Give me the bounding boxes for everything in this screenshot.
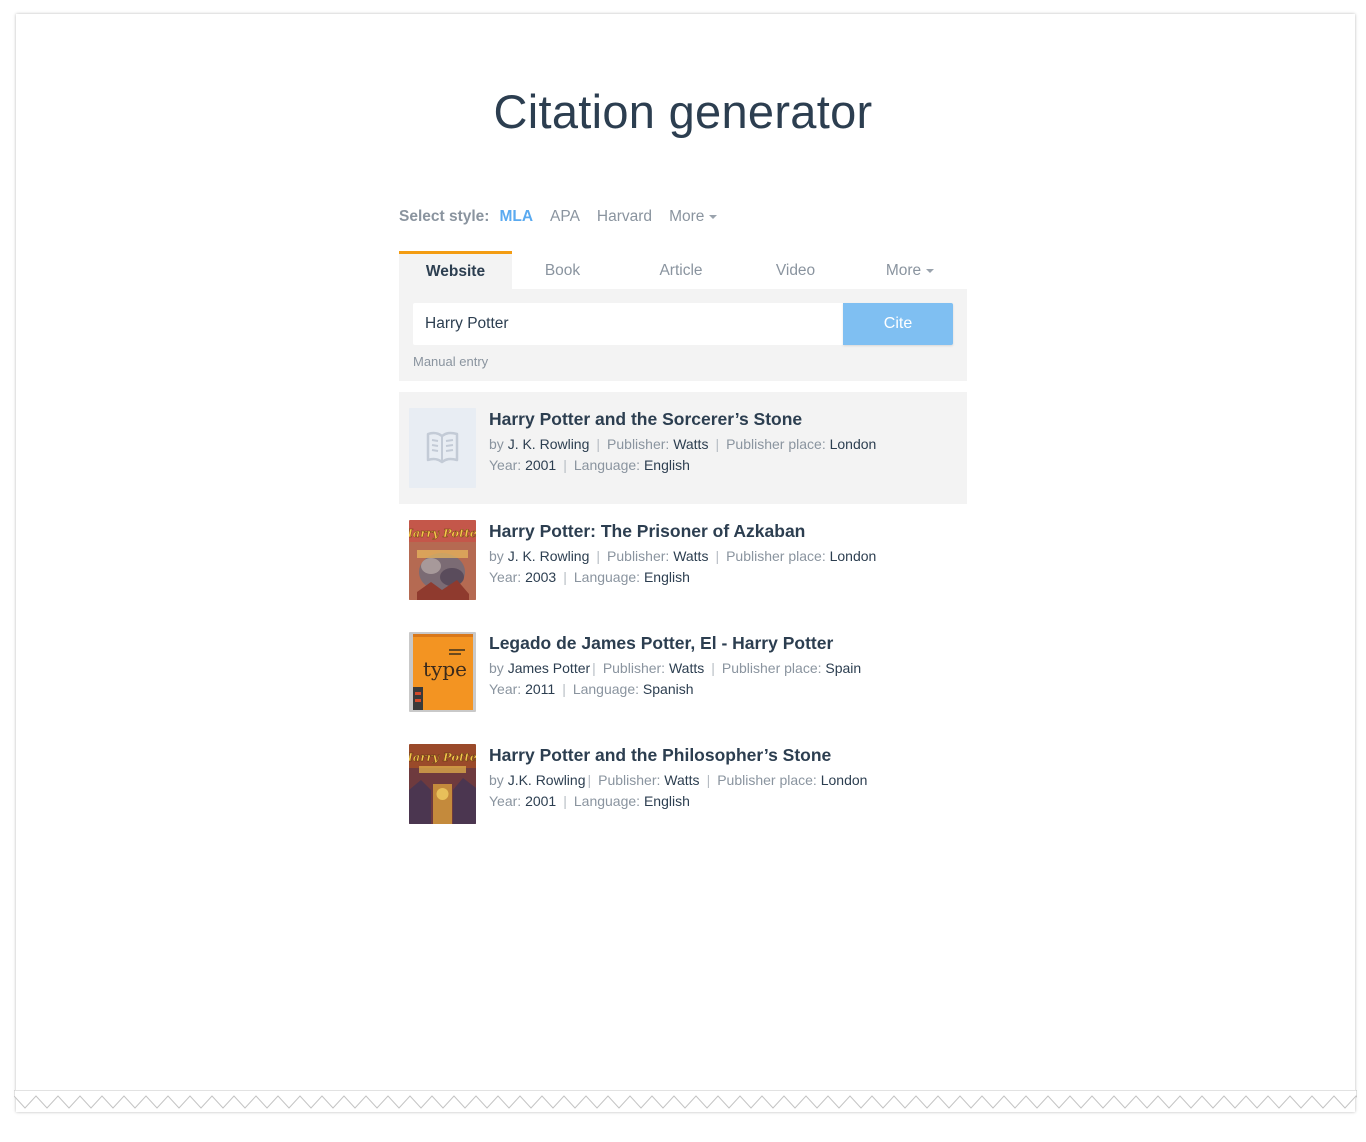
publisher-place-label: Publisher place: xyxy=(726,436,826,452)
caret-down-icon xyxy=(926,268,935,273)
result-item[interactable]: Harry Potter and the Sorcerer’s Stone by… xyxy=(399,392,967,504)
torn-edge xyxy=(14,1090,1357,1109)
separator: | xyxy=(596,436,601,452)
style-option-more[interactable]: More xyxy=(669,208,718,226)
cover-title-text: Harry Potter xyxy=(409,750,476,764)
by-label: by xyxy=(489,548,504,564)
tab-website[interactable]: Website xyxy=(399,251,512,289)
language-label: Language: xyxy=(573,793,641,809)
separator: | xyxy=(562,681,566,697)
result-year: 2001 xyxy=(525,457,557,473)
result-author: James Potter xyxy=(507,660,591,676)
publisher-label: Publisher: xyxy=(602,660,666,676)
by-label: by xyxy=(489,436,504,452)
result-meta-line: Year: 2001 | Language: English xyxy=(489,793,690,809)
result-year: 2001 xyxy=(525,793,557,809)
search-results: Harry Potter and the Sorcerer’s Stone by… xyxy=(399,392,967,840)
by-label: by xyxy=(489,660,504,676)
style-option-harvard[interactable]: Harvard xyxy=(597,208,652,226)
separator: | xyxy=(587,772,592,788)
book-cover-image: type xyxy=(409,632,476,712)
tab-article[interactable]: Article xyxy=(623,251,739,289)
result-author: J.K. Rowling xyxy=(507,772,586,788)
result-meta-line: Year: 2001 | Language: English xyxy=(489,457,690,473)
result-language: Spanish xyxy=(642,681,694,697)
separator: | xyxy=(596,548,601,564)
result-language: English xyxy=(643,793,690,809)
page-title: Citation generator xyxy=(493,85,873,138)
separator: | xyxy=(563,569,567,585)
year-label: Year: xyxy=(489,793,522,809)
result-publisher-place: London xyxy=(820,772,868,788)
publisher-label: Publisher: xyxy=(607,548,670,564)
separator: | xyxy=(715,436,720,452)
result-year: 2003 xyxy=(525,569,557,585)
separator: | xyxy=(715,548,720,564)
search-input[interactable] xyxy=(413,303,843,345)
style-selector: Select style: MLA APA Harvard More xyxy=(399,206,734,228)
language-label: Language: xyxy=(573,569,641,585)
search-panel: Cite Manual entry xyxy=(399,289,967,381)
result-meta-line: by James Potter | Publisher: Watts | Publish… xyxy=(489,660,861,676)
result-meta-line: by J. K. Rowling | Publisher: Watts | Publis… xyxy=(489,436,876,452)
language-label: Language: xyxy=(573,457,641,473)
result-meta-line: by J.K. Rowling | Publisher: Watts | Publish… xyxy=(489,772,867,788)
result-publisher: Watts xyxy=(668,660,705,676)
cover-title-text: type xyxy=(423,657,467,681)
separator: | xyxy=(563,457,567,473)
style-option-more-label: More xyxy=(669,208,705,225)
tab-more-label: More xyxy=(885,262,922,279)
separator: | xyxy=(711,660,715,676)
language-label: Language: xyxy=(572,681,640,697)
result-title: Harry Potter and the Philosopher’s Stone xyxy=(489,745,832,765)
cover-title-text: Harry Potter xyxy=(409,526,476,540)
year-label: Year: xyxy=(489,457,522,473)
result-title: Legado de James Potter, El - Harry Potte… xyxy=(489,633,834,653)
result-publisher: Watts xyxy=(664,772,700,788)
result-language: English xyxy=(643,457,690,473)
result-publisher-place: London xyxy=(829,436,877,452)
result-item[interactable]: type Legado de James Potter, El - Harry … xyxy=(399,616,967,728)
result-publisher-place: Spain xyxy=(825,660,862,676)
result-publisher: Watts xyxy=(673,436,709,452)
publisher-place-label: Publisher place: xyxy=(726,548,826,564)
result-author: J. K. Rowling xyxy=(507,436,590,452)
tab-video[interactable]: Video xyxy=(744,251,847,289)
result-meta-line: Year: 2003 | Language: English xyxy=(489,569,690,585)
result-title: Harry Potter: The Prisoner of Azkaban xyxy=(489,521,806,541)
result-title: Harry Potter and the Sorcerer’s Stone xyxy=(489,409,803,429)
result-meta-line: Year: 2011 | Language: Spanish xyxy=(489,681,694,697)
by-label: by xyxy=(489,772,504,788)
publisher-place-label: Publisher place: xyxy=(721,660,822,676)
style-option-apa[interactable]: APA xyxy=(550,208,580,226)
publisher-place-label: Publisher place: xyxy=(717,772,817,788)
style-selector-label: Select style: xyxy=(399,208,490,225)
caret-down-icon xyxy=(709,214,718,219)
separator: | xyxy=(706,772,711,788)
result-publisher-place: London xyxy=(829,548,877,564)
tab-more[interactable]: More xyxy=(859,251,961,289)
result-item[interactable]: Harry Potter Harry Potter and the Philos… xyxy=(399,728,967,840)
tab-book[interactable]: Book xyxy=(512,251,613,289)
cite-button[interactable]: Cite xyxy=(843,303,953,345)
source-tabs: Website Book Article Video More xyxy=(399,251,967,289)
result-publisher: Watts xyxy=(673,548,709,564)
result-item[interactable]: Harry Potter Harry Potter: The Prisoner … xyxy=(399,504,967,616)
year-label: Year: xyxy=(489,681,522,697)
book-cover-image: Harry Potter xyxy=(409,744,476,824)
result-language: English xyxy=(643,569,690,585)
publisher-label: Publisher: xyxy=(607,436,670,452)
result-author: J. K. Rowling xyxy=(507,548,590,564)
separator: | xyxy=(563,793,567,809)
year-label: Year: xyxy=(489,569,522,585)
book-cover-image: Harry Potter xyxy=(409,520,476,600)
book-placeholder-icon xyxy=(409,408,476,488)
manual-entry-link[interactable]: Manual entry xyxy=(413,354,488,369)
style-option-mla[interactable]: MLA xyxy=(499,208,533,226)
result-meta-line: by J. K. Rowling | Publisher: Watts | Publis… xyxy=(489,548,876,564)
separator: | xyxy=(592,660,596,676)
result-year: 2011 xyxy=(525,681,556,697)
publisher-label: Publisher: xyxy=(598,772,661,788)
